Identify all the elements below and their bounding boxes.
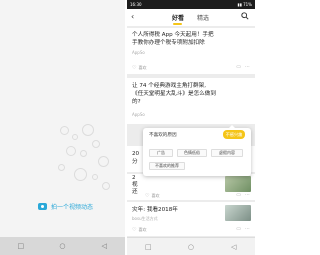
like-label: 喜欢: [138, 227, 147, 232]
recent-apps-button[interactable]: □: [142, 243, 154, 251]
popup-title: 不喜欢的原因: [149, 133, 177, 138]
left-screen: 拍一个视频动态 □ ○ ◁: [0, 0, 125, 255]
back-arrow-icon[interactable]: ‹: [131, 12, 134, 21]
not-interested-button[interactable]: 不感兴趣: [223, 130, 245, 139]
article-thumbnail: [225, 176, 251, 192]
reason-chip-vulgar[interactable]: 色情低俗: [177, 149, 207, 157]
article-title-line: 20: [132, 151, 140, 157]
status-bar: [0, 0, 125, 8]
like-control[interactable]: ♡ 喜欢: [145, 193, 159, 199]
popup-caret: [229, 125, 235, 128]
article-source: AppSo: [132, 112, 145, 117]
bubbles-illustration: [52, 120, 112, 200]
more-icon[interactable]: ⋯: [245, 192, 250, 198]
search-icon[interactable]: [241, 12, 249, 20]
system-nav-bar: □ ○ ◁: [127, 237, 255, 255]
bubble: [80, 150, 87, 157]
article-title-line: 《任天堂明星大乱斗》是怎么做到: [132, 91, 216, 97]
active-tab-indicator: [173, 23, 182, 25]
article-title-line: 个人所得税 App 今天起用！手把: [132, 32, 214, 38]
status-bar: 16:30 ▮▮ 71%: [127, 0, 255, 9]
dislike-reason-popup: 不喜欢的原因 不感兴趣 广告 色情低俗 虚假内容 不喜欢的推荐: [143, 125, 251, 176]
reason-chip-ad[interactable]: 广告: [149, 149, 173, 157]
system-nav-bar: □ ○ ◁: [0, 237, 125, 255]
article-title-line: 灾年: 我看2018年: [132, 207, 178, 213]
back-nav-button[interactable]: ◁: [98, 242, 110, 250]
bubble: [60, 126, 69, 135]
bubble: [58, 164, 65, 171]
bubble: [92, 140, 100, 148]
status-battery: ▮▮ 71%: [237, 2, 252, 7]
like-control[interactable]: ♡ 喜欢: [132, 227, 146, 233]
bubble: [102, 182, 110, 190]
top-header: ‹ 好看 精选: [127, 9, 255, 26]
tab-haokan[interactable]: 好看: [172, 13, 184, 22]
more-icon[interactable]: ⋯: [245, 226, 250, 232]
reason-chip-dislike-recommend[interactable]: 不喜欢的推荐: [149, 162, 185, 170]
reason-chip-fake[interactable]: 虚假内容: [211, 149, 243, 157]
bubble: [66, 146, 76, 156]
heart-icon: ♡: [132, 65, 137, 71]
article-card[interactable]: 个人所得税 App 今天起用！手把 手教你办理个税专项附加扣除 AppSo ♡ …: [127, 28, 255, 74]
article-title-line: 的?: [132, 99, 141, 105]
article-card[interactable]: 灾年: 我看2018年 bosu生活方式 ♡ 喜欢 ▭ ⋯: [127, 202, 255, 236]
bubble: [74, 168, 87, 181]
bubble: [92, 174, 98, 180]
like-label: 喜欢: [151, 193, 160, 198]
article-card[interactable]: 2 视 还 ♡ 喜欢 ▭ ⋯: [127, 174, 255, 200]
right-screen: 16:30 ▮▮ 71% ‹ 好看 精选 个人所得税 App 今天起用！手把 手…: [127, 0, 255, 255]
article-title-line: 让 74 个经典游戏主角打群架,: [132, 83, 206, 89]
recent-apps-button[interactable]: □: [15, 242, 27, 250]
screenshot-root: 拍一个视频动态 □ ○ ◁ 16:30 ▮▮ 71% ‹ 好看 精选 个人所得税…: [0, 0, 255, 255]
article-thumbnail: [225, 205, 251, 221]
post-video-label: 拍一个视频动态: [51, 203, 94, 211]
article-title-line: 分: [132, 159, 138, 165]
heart-icon: ♡: [145, 193, 150, 199]
more-icon[interactable]: ⋯: [245, 64, 250, 70]
bubble: [72, 134, 78, 140]
home-button[interactable]: ○: [56, 242, 68, 250]
status-time: 16:30: [130, 2, 142, 7]
article-title-line: 手教你办理个税专项附加扣除: [132, 40, 205, 46]
share-icon[interactable]: ▭: [236, 64, 241, 70]
bubble: [82, 124, 94, 136]
post-video-button[interactable]: 拍一个视频动态: [38, 200, 93, 212]
card-actions: ▭ ⋯: [236, 64, 250, 70]
card-actions: ▭ ⋯: [236, 226, 250, 232]
home-button[interactable]: ○: [185, 243, 197, 251]
share-icon[interactable]: ▭: [236, 192, 241, 198]
like-control[interactable]: ♡ 喜欢: [132, 65, 146, 71]
card-actions: ▭ ⋯: [236, 192, 250, 198]
article-card[interactable]: 让 74 个经典游戏主角打群架, 《任天堂明星大乱斗》是怎么做到 的? AppS…: [127, 78, 255, 124]
heart-icon: ♡: [132, 227, 137, 233]
tab-jingxuan[interactable]: 精选: [197, 13, 209, 22]
article-title-line: 还: [132, 189, 138, 195]
back-nav-button[interactable]: ◁: [228, 243, 240, 251]
bubble: [98, 156, 109, 167]
share-icon[interactable]: ▭: [236, 226, 241, 232]
camera-icon: [38, 202, 47, 210]
article-source: AppSo: [132, 50, 145, 55]
like-label: 喜欢: [138, 65, 147, 70]
article-source: bosu生活方式: [132, 216, 158, 221]
